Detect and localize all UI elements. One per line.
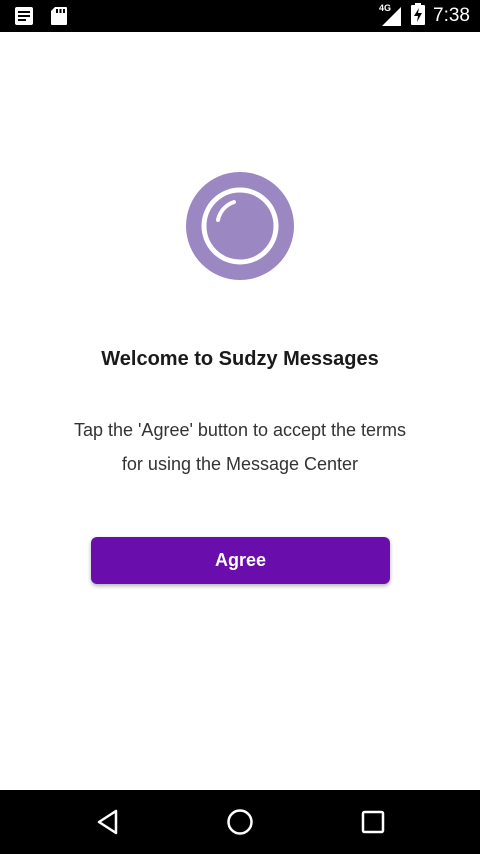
- screen: 4G 7:38 Welcome to Sudzy Messages Tap th…: [0, 0, 480, 854]
- back-icon[interactable]: [90, 804, 126, 840]
- status-right: 4G 7:38: [379, 0, 470, 32]
- notes-icon: [14, 6, 34, 31]
- description-line-2: for using the Message Center: [121, 454, 359, 474]
- battery-charging-icon: [411, 2, 426, 30]
- recents-icon[interactable]: [355, 804, 391, 840]
- sd-card-icon: [50, 6, 68, 31]
- status-left: [14, 6, 68, 31]
- home-icon[interactable]: [222, 804, 258, 840]
- app-logo-icon: [186, 172, 294, 280]
- welcome-title: Welcome to Sudzy Messages: [101, 348, 379, 370]
- description-line-1: Tap the 'Agree' button to accept the ter…: [73, 420, 407, 440]
- agree-button[interactable]: Agree: [91, 537, 390, 584]
- navigation-bar: [0, 790, 480, 854]
- welcome-description: Tap the 'Agree' button to accept the ter…: [40, 413, 440, 481]
- status-bar: 4G 7:38: [0, 0, 480, 32]
- welcome-content: Welcome to Sudzy Messages Tap the 'Agree…: [0, 32, 480, 790]
- status-time: 7:38: [433, 5, 470, 26]
- signal-icon: 4G: [379, 3, 403, 27]
